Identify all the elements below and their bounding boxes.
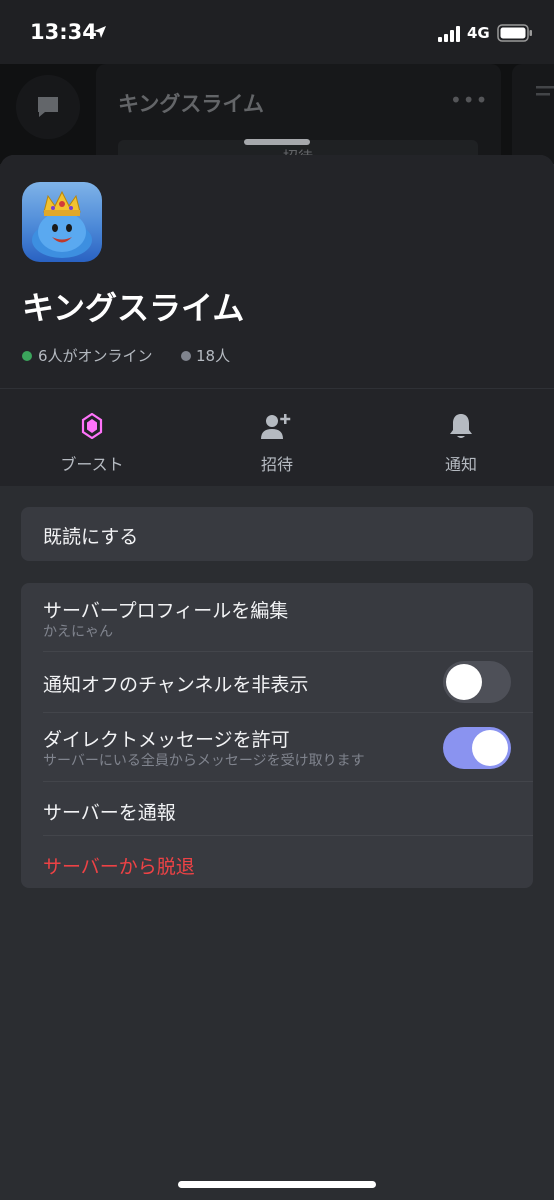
invite-label: 招待	[260, 455, 293, 474]
server-header: キングスライム 6人がオンライン 18人 ブースト 招待 通知	[0, 155, 554, 486]
edit-server-profile-row[interactable]: サーバープロフィールを編集 かえにゃん	[21, 583, 533, 651]
header-divider	[0, 388, 554, 389]
allow-direct-messages-description: サーバーにいる全員からメッセージを受け取ります	[43, 753, 365, 769]
notifications-button[interactable]: 通知	[391, 409, 531, 475]
server-icon	[22, 182, 102, 262]
server-name: キングスライム	[22, 289, 245, 327]
dim-overlay	[0, 64, 554, 164]
online-status-dot	[22, 351, 32, 361]
hide-muted-channels-row[interactable]: 通知オフのチャンネルを非表示	[21, 652, 533, 712]
sheet-drag-handle[interactable]	[244, 139, 310, 145]
location-arrow-icon	[94, 26, 106, 38]
king-slime-icon	[32, 190, 92, 258]
boost-label: ブースト	[60, 455, 124, 474]
mark-as-read-label: 既読にする	[43, 526, 139, 548]
server-settings-card: サーバープロフィールを編集 かえにゃん 通知オフのチャンネルを非表示 ダイレクト…	[21, 583, 533, 888]
toggle-knob	[472, 730, 508, 766]
hide-muted-channels-label: 通知オフのチャンネルを非表示	[43, 674, 309, 696]
battery-icon	[497, 24, 532, 42]
boost-gem-icon	[81, 413, 103, 439]
invite-button[interactable]: 招待	[207, 409, 347, 475]
edit-server-profile-label: サーバープロフィールを編集	[43, 600, 289, 622]
network-type: 4G	[467, 24, 490, 42]
report-server-label: サーバーを通報	[43, 802, 176, 824]
report-server-row[interactable]: サーバーを通報	[21, 782, 533, 835]
allow-direct-messages-row[interactable]: ダイレクトメッセージを許可 サーバーにいる全員からメッセージを受け取ります	[21, 713, 533, 781]
member-status-dot	[181, 351, 191, 361]
member-count: 18人	[196, 347, 231, 365]
notifications-label: 通知	[444, 455, 477, 474]
hide-muted-channels-toggle[interactable]	[443, 661, 511, 703]
allow-direct-messages-toggle[interactable]	[443, 727, 511, 769]
mark-as-read-button[interactable]: 既読にする	[21, 507, 533, 561]
boost-button[interactable]: ブースト	[22, 409, 162, 475]
cell-signal-icon	[438, 26, 460, 42]
server-action-sheet: キングスライム 6人がオンライン 18人 ブースト 招待 通知 既読にする サー…	[0, 155, 554, 1200]
status-time: 13:34	[30, 20, 97, 44]
add-person-icon	[261, 414, 291, 439]
allow-direct-messages-label: ダイレクトメッセージを許可	[43, 729, 290, 751]
status-bar: 13:34 4G	[0, 0, 554, 64]
bell-icon	[450, 414, 472, 438]
leave-server-row[interactable]: サーバーから脱退	[21, 836, 533, 888]
server-nickname: かえにゃん	[43, 624, 113, 640]
home-indicator[interactable]	[178, 1181, 376, 1188]
online-count: 6人がオンライン	[38, 347, 153, 365]
leave-server-label: サーバーから脱退	[43, 856, 195, 878]
toggle-knob	[446, 664, 482, 700]
